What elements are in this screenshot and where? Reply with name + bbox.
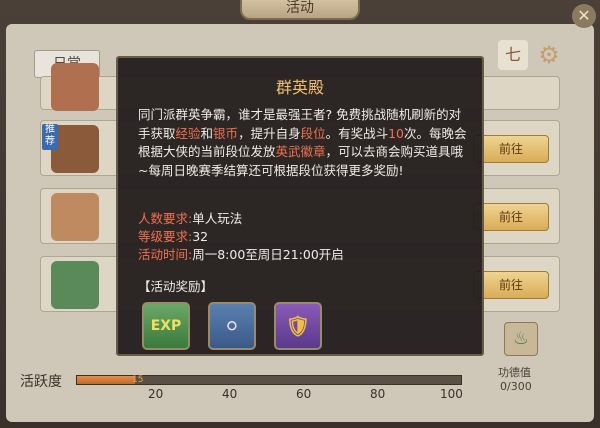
go-button[interactable]: 前往 [473, 135, 549, 163]
activity-icon [51, 193, 99, 241]
requirement-players: 人数要求:单人玩法 [138, 208, 242, 227]
merit-label: 功德值 [498, 366, 531, 379]
desc-text: 。有奖战斗 [325, 125, 389, 141]
activity-tick-40: 40 [222, 387, 238, 401]
requirement-value: 周一8:00至周日21:00开启 [192, 247, 344, 262]
activity-icon [51, 63, 99, 111]
popup-description: 同门派群英争霸，谁才是最强王者? 免费挑战随机刷新的对手获取经验和银币，提升自身… [138, 106, 470, 180]
popup-title: 群英殿 [275, 78, 324, 97]
desc-highlight: 英武徽章 [275, 144, 326, 159]
desc-text: 和 [200, 125, 214, 141]
merit-value: 0/300 [500, 380, 532, 393]
activity-value: 15 [132, 375, 144, 385]
requirement-key: 等级要求: [138, 229, 193, 244]
desc-highlight: 银币 [213, 125, 239, 141]
activity-label: 活跃度 [20, 374, 62, 390]
silver-coin-reward-icon[interactable]: ⚪ [208, 302, 256, 350]
requirement-key: 人数要求: [138, 211, 193, 226]
requirement-time: 活动时间:周一8:00至周日21:00开启 [138, 244, 344, 263]
go-button[interactable]: 前往 [473, 271, 549, 299]
calendar-icon[interactable]: 七 [498, 40, 528, 70]
reward-title: 【活动奖励】 [138, 279, 214, 294]
badge-reward-icon[interactable]: 🛡 [274, 302, 322, 350]
desc-text: ，提升自身 [238, 125, 301, 141]
requirement-level: 等级要求:32 [138, 226, 208, 245]
go-button[interactable]: 前往 [473, 203, 549, 231]
recommend-badge: 推荐 [42, 124, 58, 150]
activity-detail-popup: 群英殿 同门派群英争霸，谁才是最强王者? 免费挑战随机刷新的对手获取经验和银币，… [116, 56, 484, 356]
activity-progress-fill [77, 376, 135, 384]
exp-reward-icon[interactable]: EXP [142, 302, 190, 350]
activity-tick-20: 20 [148, 387, 164, 401]
activity-tick-80: 80 [370, 387, 386, 401]
merit-chest-icon[interactable]: ♨ [504, 322, 538, 356]
requirement-value: 单人玩法 [192, 211, 243, 226]
close-icon[interactable]: ✕ [572, 4, 596, 28]
activity-tick-100: 100 [440, 387, 463, 401]
window-title: 活动 [240, 0, 360, 20]
requirement-value: 32 [192, 229, 209, 244]
desc-highlight: 10 [388, 125, 405, 141]
exp-icon [51, 261, 99, 309]
gear-icon[interactable]: ⚙ [534, 40, 564, 70]
activity-icon [51, 125, 99, 173]
desc-highlight: 段位 [300, 125, 326, 141]
activity-tick-60: 60 [296, 387, 312, 401]
desc-highlight: 经验 [175, 125, 201, 141]
requirement-key: 活动时间: [138, 247, 193, 262]
